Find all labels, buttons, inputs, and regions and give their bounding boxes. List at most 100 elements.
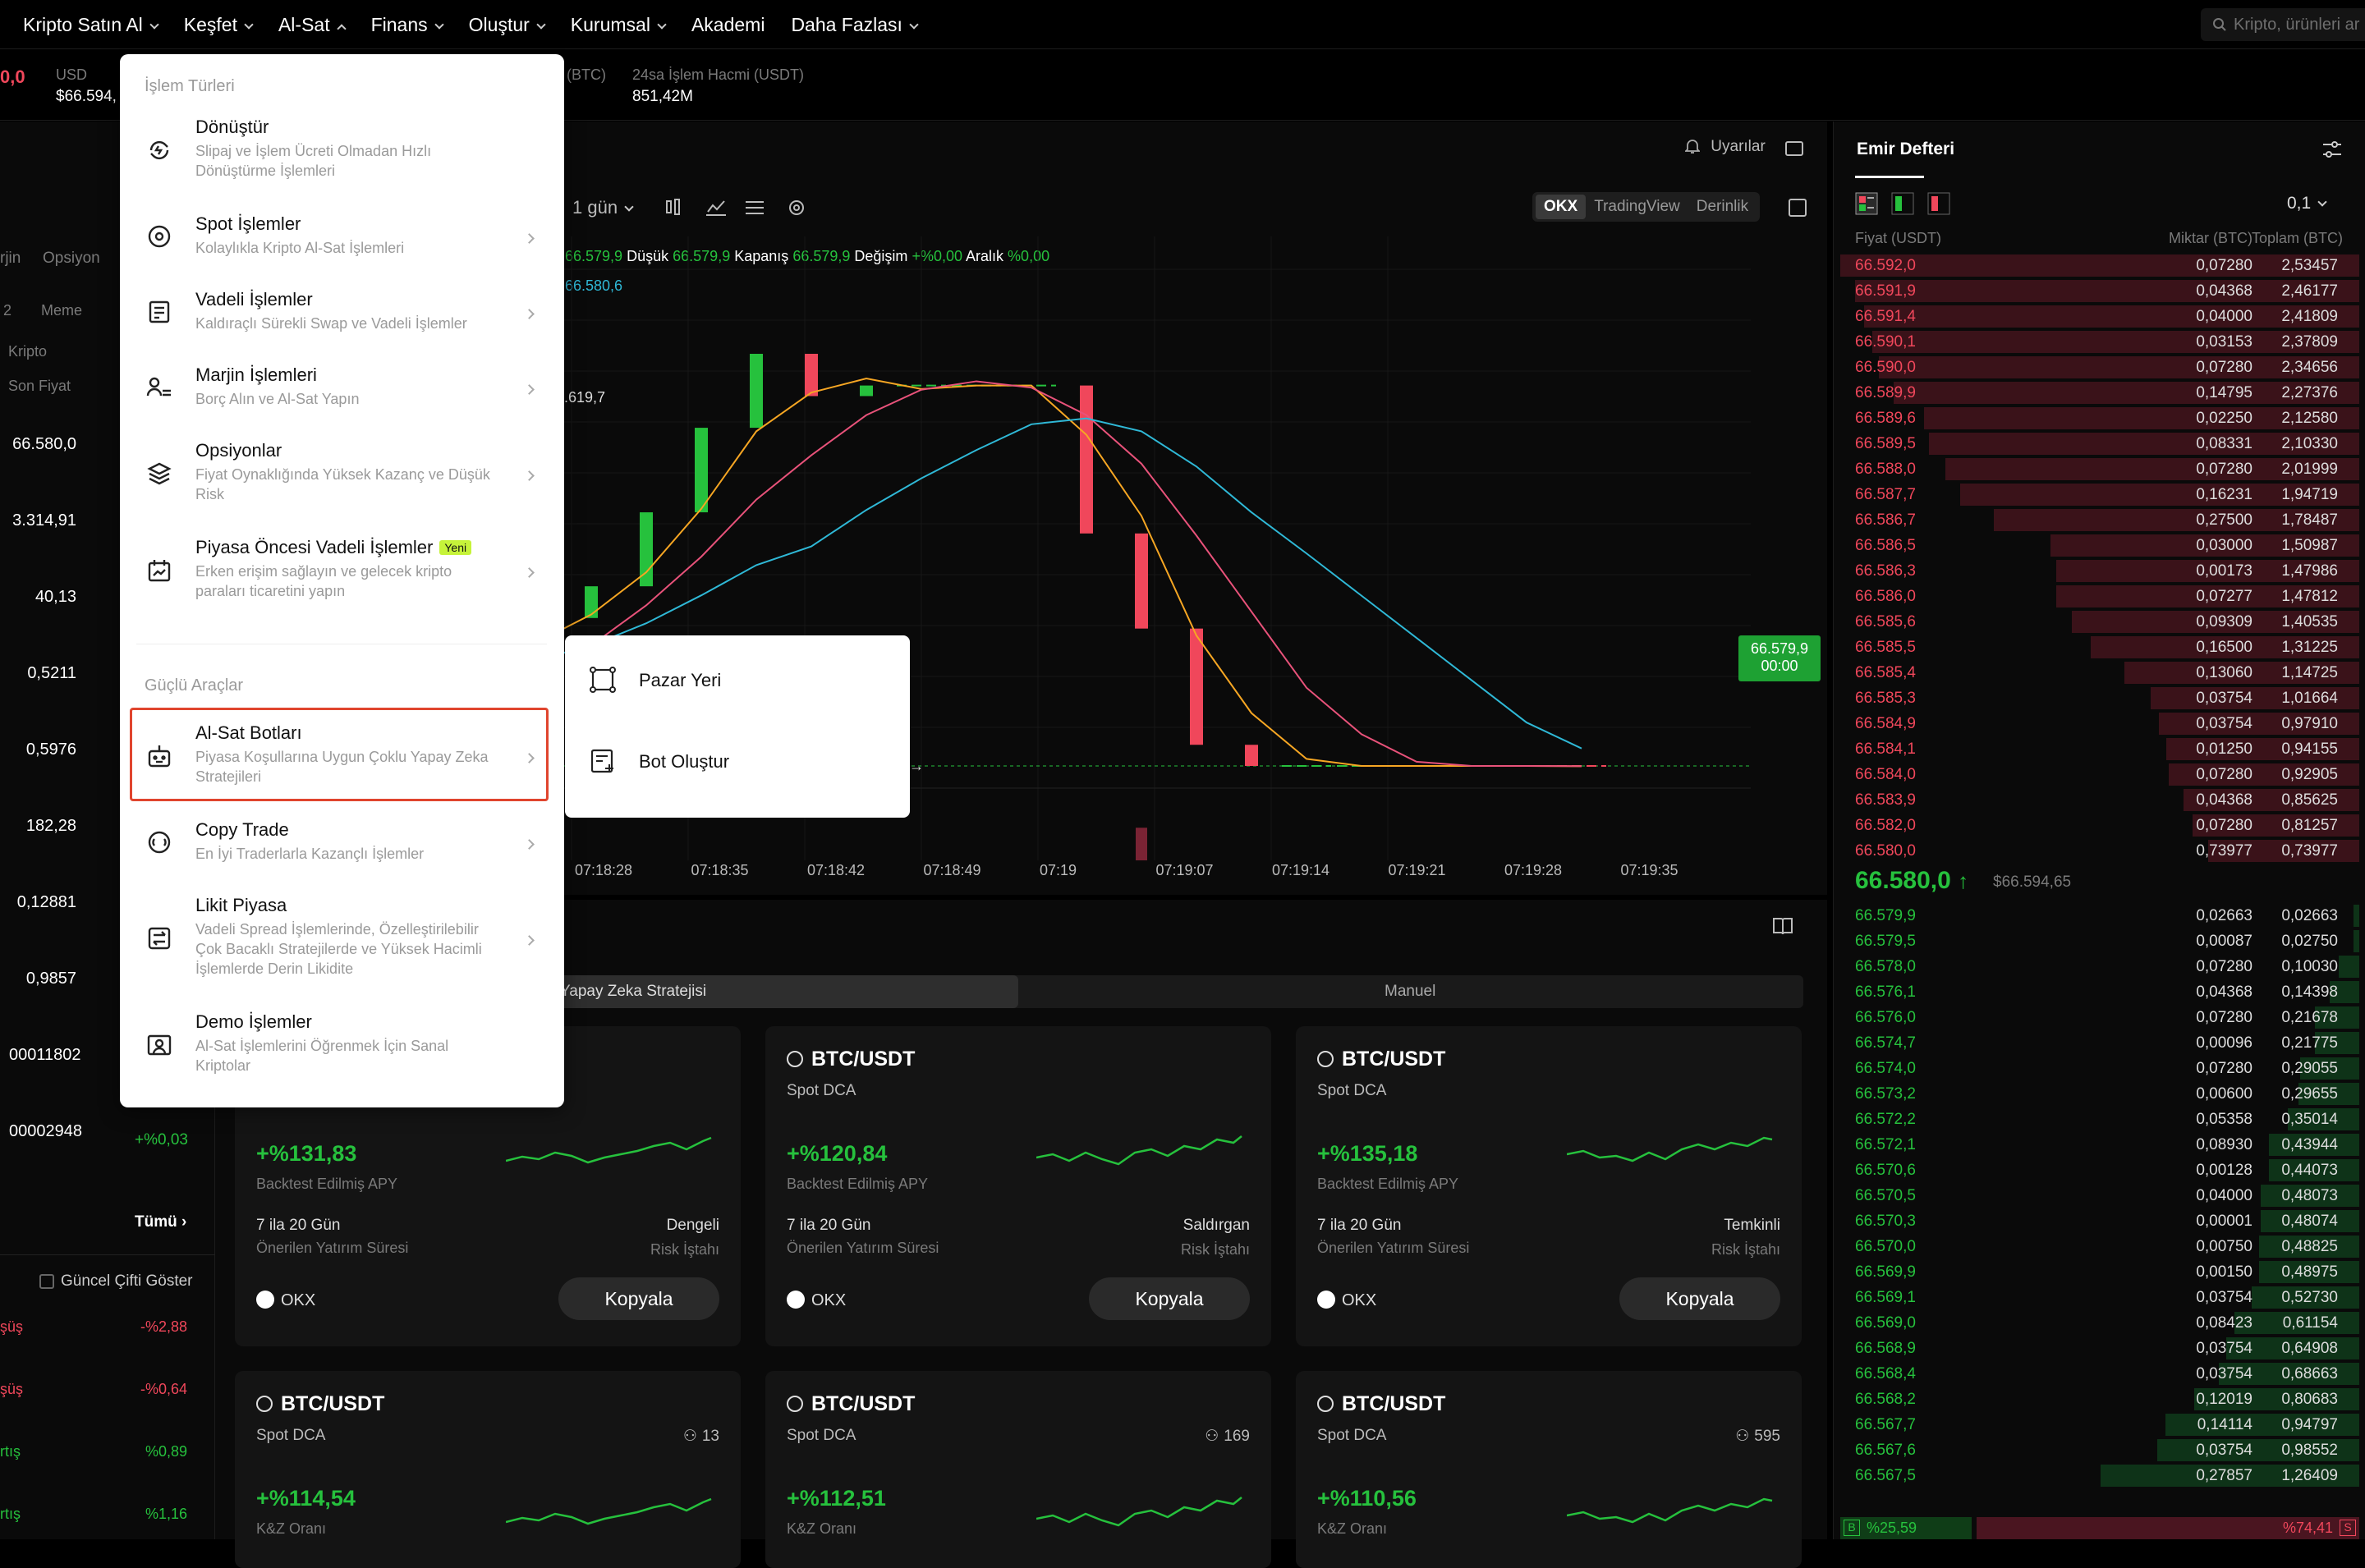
menu-item-demo[interactable]: Demo İşlemler Al-Sat İşlemlerini Öğrenmek… [120,1000,564,1097]
bid-row[interactable]: 66.572,2 0,05358 0,35014 [1834,1107,2359,1132]
ask-row[interactable]: 66.580,0 0,73977 0,73977 [1834,838,2359,864]
ask-row[interactable]: 66.591,4 0,04000 2,41809 [1834,304,2359,329]
ask-row[interactable]: 66.585,3 0,03754 1,01664 [1834,685,2359,711]
menu-item-copy-trade[interactable]: Copy Trade En İyi Traderlarla Kazançlı İş… [120,808,564,883]
all-link[interactable]: Tümü › [135,1213,186,1231]
tab-margin[interactable]: rjin [0,250,21,268]
mover-change[interactable]: %0,89 [82,1443,187,1460]
bid-row[interactable]: 66.578,0 0,07280 0,10030 [1834,954,2359,979]
menu-item-futures[interactable]: Vadeli İşlemler Kaldıraçlı Sürekli Swap v… [120,277,564,353]
bid-row[interactable]: 66.569,1 0,03754 0,52730 [1834,1285,2359,1310]
nav-7[interactable]: Daha Fazlası [791,14,919,36]
both-sides-icon[interactable] [1855,192,1878,215]
bid-row[interactable]: 66.569,9 0,00150 0,48975 [1834,1259,2359,1285]
source-depth[interactable]: Derinlik [1688,195,1757,219]
bid-row[interactable]: 66.574,0 0,07280 0,29055 [1834,1056,2359,1081]
bid-row[interactable]: 66.576,1 0,04368 0,14398 [1834,979,2359,1005]
drawing-list-icon[interactable] [746,201,764,214]
alerts-button[interactable]: Uyarılar [1683,138,1766,156]
ask-row[interactable]: 66.590,0 0,07280 2,34656 [1834,355,2359,380]
menu-item-spot[interactable]: Spot İşlemler Kolaylıkla Kripto Al-Sat İş… [120,202,564,277]
nav-5[interactable]: Kurumsal [571,14,667,36]
ask-row[interactable]: 66.590,1 0,03153 2,37809 [1834,329,2359,355]
ask-row[interactable]: 66.584,1 0,01250 0,94155 [1834,736,2359,762]
mover-change[interactable]: %1,16 [82,1506,187,1523]
copy-button[interactable]: Kopyala [558,1277,719,1320]
copy-button[interactable]: Kopyala [1619,1277,1780,1320]
bid-row[interactable]: 66.576,0 0,07280 0,21678 [1834,1005,2359,1030]
source-okx[interactable]: OKX [1536,195,1587,219]
bot-card[interactable]: BTC/USDT Spot DCA ⚇ 13 +%114,54 K&Z Oranı [235,1371,741,1568]
bids-only-icon[interactable] [1891,192,1914,215]
indicator-icon[interactable] [706,200,726,216]
ask-row[interactable]: 66.585,6 0,09309 1,40535 [1834,609,2359,635]
ask-row[interactable]: 66.586,0 0,07277 1,47812 [1834,584,2359,609]
bid-row[interactable]: 66.570,3 0,00001 0,48074 [1834,1208,2359,1234]
menu-item-liquid[interactable]: Likit Piyasa Vadeli Spread İşlemlerinde, … [120,883,564,1000]
ask-row[interactable]: 66.584,0 0,07280 0,92905 [1834,762,2359,787]
bid-row[interactable]: 66.568,9 0,03754 0,64908 [1834,1336,2359,1361]
bid-row[interactable]: 66.567,5 0,27857 1,26409 [1834,1463,2359,1488]
ask-row[interactable]: 66.583,9 0,04368 0,85625 [1834,787,2359,813]
filter-meme[interactable]: Meme [41,302,82,319]
bid-row[interactable]: 66.579,9 0,02663 0,02663 [1834,903,2359,928]
nav-3[interactable]: Finans [371,14,444,36]
candles-icon[interactable] [666,199,680,215]
nav-4[interactable]: Oluştur [469,14,546,36]
menu-item-margin[interactable]: Marjin İşlemleri Borç Alın ve Al-Sat Yapı… [120,353,564,429]
ask-row[interactable]: 66.585,4 0,13060 1,14725 [1834,660,2359,685]
ask-row[interactable]: 66.588,0 0,07280 2,01999 [1834,456,2359,482]
tab-options[interactable]: Opsiyon [43,250,100,268]
ask-row[interactable]: 66.585,5 0,16500 1,31225 [1834,635,2359,660]
settings-icon[interactable] [789,200,804,215]
ask-row[interactable]: 66.586,5 0,03000 1,50987 [1834,533,2359,558]
ask-row[interactable]: 66.587,7 0,16231 1,94719 [1834,482,2359,507]
asks-only-icon[interactable] [1927,192,1950,215]
ask-row[interactable]: 66.589,9 0,14795 2,27376 [1834,380,2359,406]
bot-card[interactable]: BTC/USDT Spot DCA +%135,18 Backtest Edilmiş… [1296,1026,1802,1346]
menu-item-bot[interactable]: Al-Sat Botları Piyasa Koşullarına Uygun Ç… [120,711,564,808]
bid-row[interactable]: 66.572,1 0,08930 0,43944 [1834,1132,2359,1158]
show-current-pair-checkbox[interactable] [39,1274,54,1289]
mover-change[interactable]: -%2,88 [82,1318,187,1336]
bid-row[interactable]: 66.568,2 0,12019 0,80683 [1834,1387,2359,1412]
bot-card[interactable]: BTC/USDT Spot DCA +%120,84 Backtest Edilmiş… [765,1026,1271,1346]
bid-row[interactable]: 66.570,5 0,04000 0,48073 [1834,1183,2359,1208]
submenu-create-bot[interactable]: Bot Oluştur [565,727,910,818]
tab-manual[interactable]: Manuel [1385,983,1435,1001]
settings-sliders-icon[interactable] [2321,140,2343,159]
bid-row[interactable]: 66.567,6 0,03754 0,98552 [1834,1437,2359,1463]
menu-item-convert[interactable]: Dönüştür Slipaj ve İşlem Ücreti Olmadan H… [120,105,564,202]
bid-row[interactable]: 66.570,0 0,00750 0,48825 [1834,1234,2359,1259]
ask-row[interactable]: 66.584,9 0,03754 0,97910 [1834,711,2359,736]
interval-select[interactable]: 1 gün [572,197,634,218]
bid-row[interactable]: 66.570,6 0,00128 0,44073 [1834,1158,2359,1183]
nav-0[interactable]: Kripto Satın Al [23,14,159,36]
bid-row[interactable]: 66.574,7 0,00096 0,21775 [1834,1030,2359,1056]
fullscreen-icon[interactable] [1785,141,1803,156]
source-tradingview[interactable]: TradingView [1586,195,1688,219]
bid-row[interactable]: 66.567,7 0,14114 0,94797 [1834,1412,2359,1437]
copy-button[interactable]: Kopyala [1089,1277,1250,1320]
book-icon[interactable] [1772,916,1793,936]
ask-row[interactable]: 66.591,9 0,04368 2,46177 [1834,278,2359,304]
nav-1[interactable]: Keşfet [184,14,254,36]
bot-card[interactable]: BTC/USDT Spot DCA ⚇ 169 +%112,51 K&Z Oranı [765,1371,1271,1568]
ask-row[interactable]: 66.592,0 0,07280 2,53457 [1834,253,2359,278]
ask-row[interactable]: 66.589,5 0,08331 2,10330 [1834,431,2359,456]
bid-row[interactable]: 66.568,4 0,03754 0,68663 [1834,1361,2359,1387]
menu-item-options[interactable]: Opsiyonlar Fiyat Oynaklığında Yüksek Kaza… [120,429,564,525]
ask-row[interactable]: 66.582,0 0,07280 0,81257 [1834,813,2359,838]
menu-item-premarket[interactable]: Piyasa Öncesi Vadeli İşlemler Yeni Erken e… [120,525,564,622]
ask-row[interactable]: 66.589,6 0,02250 2,12580 [1834,406,2359,431]
search-input[interactable]: Kripto, ürünleri ar [2201,8,2365,41]
nav-2[interactable]: Al-Sat [278,14,347,36]
mover-change[interactable]: -%0,64 [82,1381,187,1398]
precision-select[interactable]: 0,1 [2287,194,2327,213]
filter-2[interactable]: 2 [3,302,11,319]
bid-row[interactable]: 66.579,5 0,00087 0,02750 [1834,928,2359,954]
bot-card[interactable]: BTC/USDT Spot DCA ⚇ 595 +%110,56 K&Z Oranı [1296,1371,1802,1568]
ask-row[interactable]: 66.586,7 0,27500 1,78487 [1834,507,2359,533]
bid-row[interactable]: 66.573,2 0,00600 0,29655 [1834,1081,2359,1107]
submenu-marketplace[interactable]: Pazar Yeri [565,635,910,727]
